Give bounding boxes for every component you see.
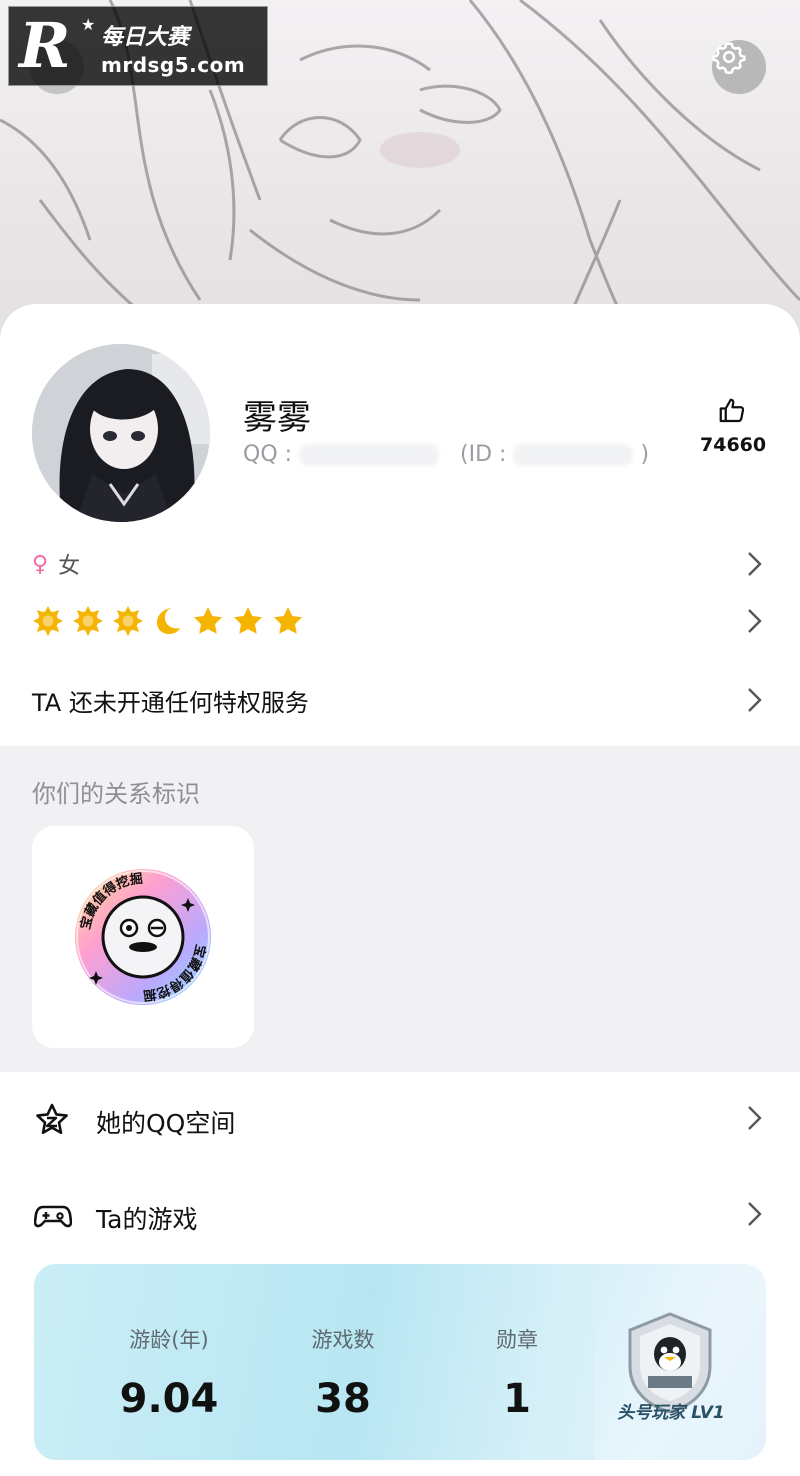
gender-text: 女	[58, 554, 81, 579]
stat-medals-label: 勋章	[496, 1328, 538, 1352]
female-icon: ♀	[32, 551, 49, 577]
avatar-image	[32, 344, 210, 522]
medal-title: 头号玩家 LV1	[617, 1403, 725, 1423]
id-number-redacted	[513, 444, 634, 466]
qq-number-redacted	[299, 444, 440, 466]
settings-button[interactable]	[712, 40, 766, 94]
chevron-right-icon	[748, 1106, 762, 1130]
avatar[interactable]	[32, 344, 210, 522]
relation-section: 你们的关系标识 宝藏值得挖掘 宝藏值得挖掘	[0, 746, 800, 1072]
chevron-right-icon	[748, 609, 762, 633]
stat-games-label: 游戏数	[311, 1328, 375, 1352]
stat-games: 游戏数 38	[258, 1324, 428, 1422]
profile-card: 雾雾 QQ : (ID : ) 74660 ♀ 女 TA 还未开通任何特权服务	[0, 304, 800, 746]
watermark: R ★ 每日大赛 mrdsg5.com	[8, 6, 268, 86]
sun-icon	[113, 606, 143, 636]
stat-medals-value: 1	[503, 1376, 531, 1422]
watermark-logo: R	[19, 9, 71, 82]
privilege-text: TA 还未开通任何特权服务	[32, 688, 309, 717]
stat-years-value: 9.04	[119, 1376, 219, 1422]
star-icon	[194, 607, 222, 634]
stat-games-value: 38	[315, 1376, 371, 1422]
qq-label: QQ :	[243, 442, 293, 467]
sun-icon	[73, 606, 103, 636]
watermark-domain: mrdsg5.com	[101, 53, 246, 77]
watermark-star-icon: ★	[81, 15, 96, 34]
account-info: QQ : (ID : )	[243, 442, 649, 467]
id-label: (ID :	[460, 442, 507, 467]
privilege-row[interactable]: TA 还未开通任何特权服务	[32, 676, 768, 724]
qq-level-row[interactable]	[32, 597, 768, 645]
sun-icon	[33, 606, 63, 636]
moon-icon	[157, 608, 180, 634]
star-icon	[274, 607, 302, 634]
stat-years: 游龄(年) 9.04	[84, 1324, 254, 1422]
like-button[interactable]: 74660	[700, 396, 767, 456]
gamepad-icon	[34, 1205, 72, 1228]
nickname: 雾雾	[243, 398, 311, 438]
watermark-title: 每日大赛	[101, 25, 190, 50]
qzone-label: 她的QQ空间	[96, 1109, 236, 1138]
relation-title: 你们的关系标识	[32, 780, 200, 808]
qzone-row[interactable]: 她的QQ空间	[0, 1080, 800, 1160]
chevron-right-icon	[748, 1202, 762, 1226]
chevron-right-icon	[748, 688, 762, 712]
chevron-right-icon	[748, 552, 762, 576]
star-icon	[234, 607, 262, 634]
game-stats-card[interactable]: 游龄(年) 9.04 游戏数 38 勋章 1 头号玩家 LV1	[34, 1264, 766, 1460]
id-close: )	[640, 442, 650, 467]
profile-cover: R ★ 每日大赛 mrdsg5.com	[0, 0, 800, 340]
qzone-star-icon	[36, 1103, 68, 1134]
stat-years-label: 游龄(年)	[129, 1328, 209, 1352]
games-label: Ta的游戏	[96, 1205, 198, 1234]
games-row[interactable]: Ta的游戏	[0, 1176, 800, 1256]
thumbs-up-icon	[719, 398, 745, 423]
gender-row[interactable]: ♀ 女	[32, 540, 768, 588]
penguin-badge-icon: 宝藏值得挖掘 宝藏值得挖掘	[75, 869, 211, 1005]
like-count: 74660	[700, 434, 767, 456]
stat-medals: 勋章 1	[432, 1324, 602, 1422]
relation-badge-card[interactable]: 宝藏值得挖掘 宝藏值得挖掘	[32, 826, 254, 1048]
gear-icon	[712, 42, 746, 74]
